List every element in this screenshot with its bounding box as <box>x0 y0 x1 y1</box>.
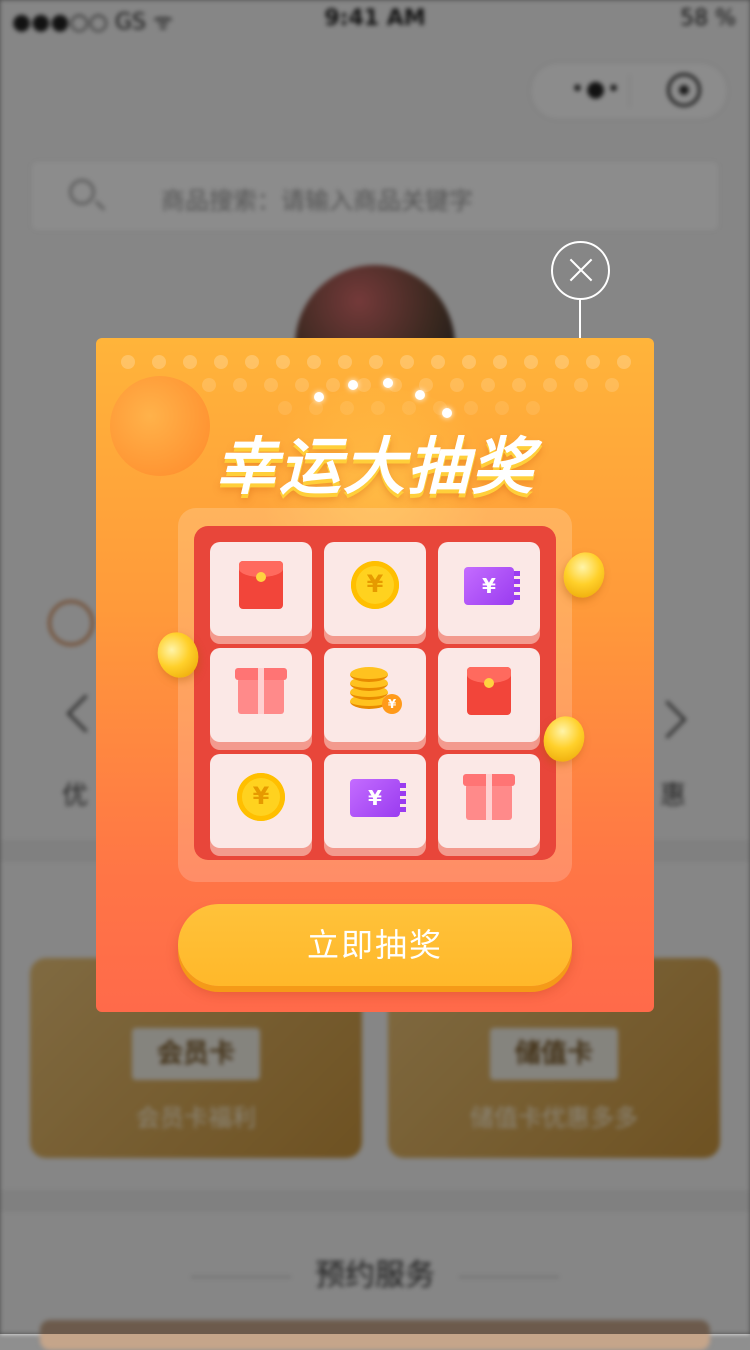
prize-cell-coin-stack[interactable]: ¥ <box>324 648 426 742</box>
decorative-dot <box>400 355 414 369</box>
prize-cell-coin[interactable]: ¥ <box>324 542 426 636</box>
decorative-dot <box>369 355 383 369</box>
decorative-dot <box>152 355 166 369</box>
decorative-dot <box>431 355 445 369</box>
yen-badge: ¥ <box>382 694 402 714</box>
prize-cell-coupon[interactable]: ¥ <box>438 542 540 636</box>
decorative-dot <box>464 401 478 415</box>
decorative-dot <box>526 401 540 415</box>
gift-icon <box>235 668 287 714</box>
decorative-dot <box>121 355 135 369</box>
decorative-dot <box>183 355 197 369</box>
decorative-dot <box>495 401 509 415</box>
sparkle-dot <box>383 378 393 388</box>
red-envelope-icon <box>467 667 511 715</box>
decorative-dot <box>295 378 309 392</box>
decorative-dot <box>245 355 259 369</box>
decorative-dot <box>481 378 495 392</box>
close-button[interactable] <box>551 241 610 300</box>
decorative-dot <box>276 355 290 369</box>
decorative-dot <box>574 378 588 392</box>
prize-cell-gift[interactable] <box>210 648 312 742</box>
coin-stack-icon: ¥ <box>350 666 402 714</box>
draw-now-button[interactable]: 立即抽奖 <box>178 904 572 986</box>
lottery-title: 幸运大抽奖 <box>214 430 535 503</box>
decorative-dot <box>202 378 216 392</box>
decorative-dot <box>450 378 464 392</box>
decorative-dot <box>462 355 476 369</box>
prize-cell-red-envelope[interactable] <box>438 648 540 742</box>
decorative-dot <box>326 378 340 392</box>
sparkle-dot <box>348 380 358 390</box>
decorative-dot <box>493 355 507 369</box>
coupon-icon: ¥ <box>350 779 406 817</box>
gift-icon <box>463 774 515 820</box>
close-connector-line <box>579 300 581 338</box>
decorative-dot <box>512 378 526 392</box>
prize-cell-red-envelope[interactable] <box>210 542 312 636</box>
coin-icon: ¥ <box>237 773 285 821</box>
decorative-dot <box>338 355 352 369</box>
decorative-dot <box>543 378 557 392</box>
prize-grid: ¥ ¥ ¥ ¥ ¥ <box>194 526 556 860</box>
decorative-dot <box>586 355 600 369</box>
coupon-icon: ¥ <box>464 567 520 605</box>
coin-icon: ¥ <box>351 561 399 609</box>
decorative-dot <box>605 378 619 392</box>
decorative-dot <box>617 355 631 369</box>
lottery-modal: 幸运大抽奖 ¥ ¥ ¥ ¥ ¥ 立即抽奖 <box>96 338 654 1012</box>
decorative-dot <box>555 355 569 369</box>
prize-cell-coupon[interactable]: ¥ <box>324 754 426 848</box>
prize-cell-coin[interactable]: ¥ <box>210 754 312 848</box>
red-envelope-icon <box>239 561 283 609</box>
coin-layer <box>350 667 388 682</box>
sparkle-dot <box>314 392 324 402</box>
decorative-dot <box>524 355 538 369</box>
sparkle-dot <box>415 390 425 400</box>
prize-cell-gift[interactable] <box>438 754 540 848</box>
decorative-dot <box>214 355 228 369</box>
decorative-dot <box>264 378 278 392</box>
decorative-dot <box>233 378 247 392</box>
decorative-dot <box>307 355 321 369</box>
